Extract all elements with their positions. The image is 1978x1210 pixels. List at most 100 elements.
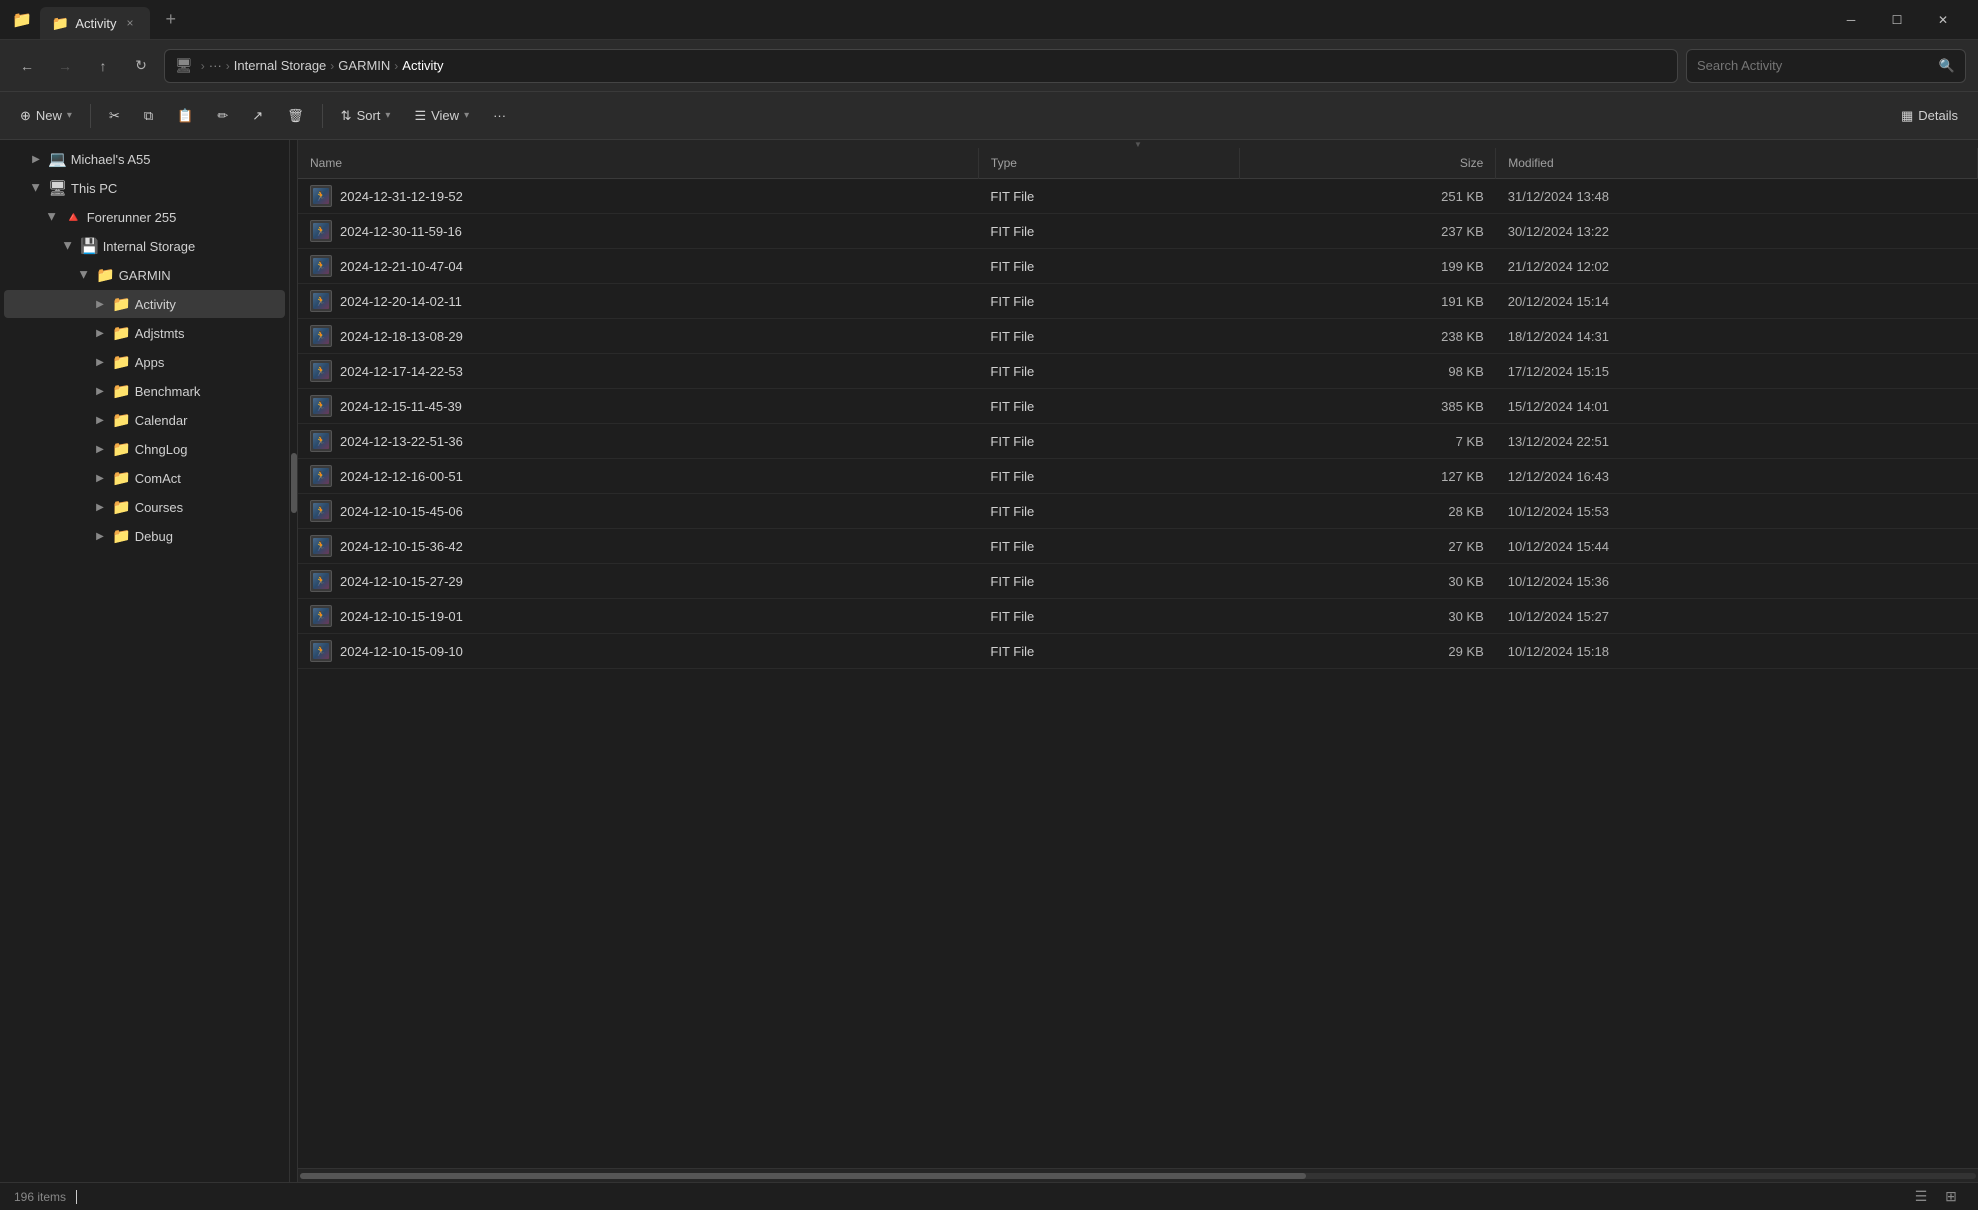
fit-file-icon <box>310 465 332 487</box>
file-modified: 30/12/2024 13:22 <box>1496 214 1978 249</box>
table-row[interactable]: 2024-12-10-15-09-10FIT File29 KB10/12/20… <box>298 634 1978 669</box>
search-icon[interactable]: 🔍 <box>1939 58 1955 74</box>
file-table: Name Type Size Modified 2024-12-31-12-19… <box>298 148 1978 669</box>
col-name[interactable]: Name <box>298 148 978 179</box>
table-row[interactable]: 2024-12-20-14-02-11FIT File191 KB20/12/2… <box>298 284 1978 319</box>
rename-button[interactable]: ✏ <box>207 102 238 130</box>
sort-button[interactable]: ⇅ Sort <box>331 102 401 130</box>
table-row[interactable]: 2024-12-10-15-19-01FIT File30 KB10/12/20… <box>298 599 1978 634</box>
internal-storage-arrow-icon: ▶ <box>60 238 76 254</box>
sidebar-item-debug[interactable]: ▶📁Debug <box>4 522 285 550</box>
maximize-button[interactable]: ☐ <box>1874 4 1920 36</box>
delete-button[interactable]: 🗑 <box>277 102 314 130</box>
h-scrollbar-track <box>300 1173 1976 1179</box>
rename-icon: ✏ <box>217 108 228 124</box>
file-name: 2024-12-20-14-02-11 <box>340 294 462 309</box>
sidebar-item-comact[interactable]: ▶📁ComAct <box>4 464 285 492</box>
table-row[interactable]: 2024-12-10-15-45-06FIT File28 KB10/12/20… <box>298 494 1978 529</box>
close-button[interactable]: ✕ <box>1920 4 1966 36</box>
table-row[interactable]: 2024-12-13-22-51-36FIT File7 KB13/12/202… <box>298 424 1978 459</box>
file-size: 27 KB <box>1239 529 1495 564</box>
paste-button[interactable]: 📋 <box>167 102 203 130</box>
calendar-arrow-icon: ▶ <box>92 412 108 428</box>
window-controls: ─ ☐ ✕ <box>1828 4 1966 36</box>
fit-file-icon <box>310 325 332 347</box>
activity-folder-icon: 📁 <box>112 295 131 313</box>
col-type[interactable]: Type <box>978 148 1239 179</box>
sidebar-item-adjstmts[interactable]: ▶📁Adjstmts <box>4 319 285 347</box>
sidebar-item-garmin[interactable]: ▶📁GARMIN <box>4 261 285 289</box>
new-button[interactable]: ⊕ New <box>10 102 82 130</box>
up-button[interactable]: ↑ <box>88 51 118 81</box>
file-modified: 10/12/2024 15:18 <box>1496 634 1978 669</box>
sidebar-item-activity[interactable]: ▶📁Activity <box>4 290 285 318</box>
file-name-cell: 2024-12-12-16-00-51 <box>298 459 978 494</box>
table-row[interactable]: 2024-12-10-15-36-42FIT File27 KB10/12/20… <box>298 529 1978 564</box>
file-type: FIT File <box>978 459 1239 494</box>
details-button[interactable]: ▦ Details <box>1891 102 1968 130</box>
breadcrumb[interactable]: 🖥 › ··· › Internal Storage › GARMIN › Ac… <box>164 49 1678 83</box>
back-button[interactable]: ← <box>12 51 42 81</box>
table-row[interactable]: 2024-12-18-13-08-29FIT File238 KB18/12/2… <box>298 319 1978 354</box>
breadcrumb-activity[interactable]: Activity <box>402 58 443 73</box>
table-row[interactable]: 2024-12-17-14-22-53FIT File98 KB17/12/20… <box>298 354 1978 389</box>
table-row[interactable]: 2024-12-10-15-27-29FIT File30 KB10/12/20… <box>298 564 1978 599</box>
tab-close-button[interactable]: × <box>123 14 138 32</box>
sidebar-item-internal-storage[interactable]: ▶💾Internal Storage <box>4 232 285 260</box>
more-options-button[interactable]: ··· <box>483 102 516 129</box>
copy-button[interactable]: ⧉ <box>134 102 163 130</box>
minimize-button[interactable]: ─ <box>1828 4 1874 36</box>
file-modified: 31/12/2024 13:48 <box>1496 179 1978 214</box>
table-row[interactable]: 2024-12-21-10-47-04FIT File199 KB21/12/2… <box>298 249 1978 284</box>
grid-view-button[interactable]: ⊞ <box>1938 1186 1964 1208</box>
horizontal-scrollbar[interactable] <box>298 1168 1978 1182</box>
internal-storage-label: Internal Storage <box>103 239 196 254</box>
table-row[interactable]: 2024-12-30-11-59-16FIT File237 KB30/12/2… <box>298 214 1978 249</box>
col-size[interactable]: Size <box>1239 148 1495 179</box>
fit-file-icon <box>310 640 332 662</box>
garmin-arrow-icon: ▶ <box>76 267 92 283</box>
breadcrumb-garmin[interactable]: GARMIN <box>338 58 390 73</box>
sidebar-item-apps[interactable]: ▶📁Apps <box>4 348 285 376</box>
forward-button[interactable]: → <box>50 51 80 81</box>
this-pc-label: This PC <box>71 181 117 196</box>
list-view-button[interactable]: ☰ <box>1908 1186 1934 1208</box>
file-name-cell: 2024-12-10-15-45-06 <box>298 494 978 529</box>
share-icon: ↗ <box>252 108 263 124</box>
new-tab-button[interactable]: + <box>158 9 185 30</box>
file-type: FIT File <box>978 319 1239 354</box>
fit-file-icon <box>310 185 332 207</box>
sidebar-item-calendar[interactable]: ▶📁Calendar <box>4 406 285 434</box>
paste-icon: 📋 <box>177 108 193 124</box>
status-bar: 196 items ☰ ⊞ <box>0 1182 1978 1210</box>
table-row[interactable]: 2024-12-15-11-45-39FIT File385 KB15/12/2… <box>298 389 1978 424</box>
sidebar-item-benchmark[interactable]: ▶📁Benchmark <box>4 377 285 405</box>
search-box[interactable]: 🔍 <box>1686 49 1966 83</box>
breadcrumb-dots[interactable]: ··· <box>209 58 222 73</box>
share-button[interactable]: ↗ <box>242 102 273 130</box>
sidebar-item-forerunner[interactable]: ▶🔺Forerunner 255 <box>4 203 285 231</box>
file-name-cell: 2024-12-31-12-19-52 <box>298 179 978 214</box>
courses-label: Courses <box>135 500 183 515</box>
breadcrumb-internal-storage[interactable]: Internal Storage <box>234 58 327 73</box>
copy-icon: ⧉ <box>144 108 153 124</box>
sidebar-scrollbar[interactable] <box>290 140 298 1182</box>
view-button[interactable]: ☰ View <box>404 102 479 130</box>
sidebar-item-chnglog[interactable]: ▶📁ChngLog <box>4 435 285 463</box>
file-name-cell: 2024-12-10-15-36-42 <box>298 529 978 564</box>
cut-button[interactable]: ✂ <box>99 102 130 130</box>
file-area: ▼ Name Type Size Modified 2024-12-31-12-… <box>298 140 1978 1182</box>
michaels-a55-label: Michael's A55 <box>71 152 151 167</box>
garmin-folder-icon: 📁 <box>96 266 115 284</box>
title-tab[interactable]: 📁 Activity × <box>40 7 150 39</box>
sidebar-item-this-pc[interactable]: ▶🖥This PC <box>4 174 285 202</box>
view-label: View <box>431 108 459 123</box>
sidebar-item-michaels-a55[interactable]: ▶💻Michael's A55 <box>4 145 285 173</box>
sidebar-item-courses[interactable]: ▶📁Courses <box>4 493 285 521</box>
details-label: Details <box>1918 108 1958 123</box>
table-row[interactable]: 2024-12-31-12-19-52FIT File251 KB31/12/2… <box>298 179 1978 214</box>
table-row[interactable]: 2024-12-12-16-00-51FIT File127 KB12/12/2… <box>298 459 1978 494</box>
col-modified[interactable]: Modified <box>1496 148 1978 179</box>
search-input[interactable] <box>1697 58 1933 73</box>
refresh-button[interactable]: ↻ <box>126 51 156 81</box>
